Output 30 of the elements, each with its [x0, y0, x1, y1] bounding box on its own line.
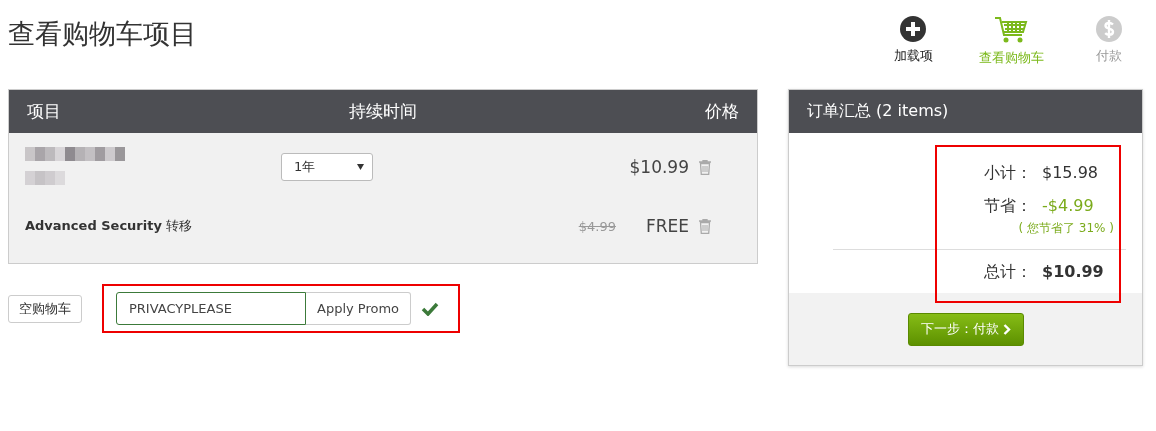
trash-icon[interactable]: [699, 218, 711, 234]
page-title: 查看购物车项目: [8, 17, 198, 51]
savings-note: ( 您节省了 31% ): [1017, 220, 1114, 237]
trash-icon[interactable]: [699, 159, 711, 175]
original-price: $4.99: [578, 218, 616, 234]
promo-code-field[interactable]: PRIVACYPLEASE: [116, 292, 306, 325]
total-label: 总计：: [983, 262, 1032, 283]
subtotal-label: 小计：: [983, 163, 1032, 184]
step-label: 付款: [1096, 47, 1122, 65]
column-header: 持续时间: [348, 100, 418, 123]
dropdown-caret-icon: [357, 164, 364, 170]
column-header: 项目: [27, 100, 62, 123]
item-price: FREE: [645, 216, 689, 236]
cart-icon: [994, 16, 1028, 44]
empty-cart-button[interactable]: 空购物车: [8, 294, 82, 323]
step-label: 查看购物车: [978, 49, 1044, 67]
savings-label: 节省：: [983, 196, 1032, 217]
item-price: $10.99: [629, 157, 689, 177]
savings-value: -$4.99: [1041, 196, 1095, 215]
step-label: 加载项: [893, 47, 933, 65]
addon-name: Advanced Security 转移: [25, 217, 194, 235]
chevron-right-icon: [1002, 323, 1011, 335]
apply-promo-button[interactable]: Apply Promo: [306, 292, 412, 325]
total-value: $10.99: [1041, 262, 1105, 281]
column-header: 价格: [704, 100, 739, 123]
panel-title: 订单汇总 (2 items): [807, 101, 949, 122]
subtotal-value: $15.98: [1041, 163, 1099, 182]
plus-icon: [900, 16, 926, 42]
duration-select[interactable]: 1年: [281, 153, 373, 181]
dollar-icon: [1096, 16, 1122, 42]
